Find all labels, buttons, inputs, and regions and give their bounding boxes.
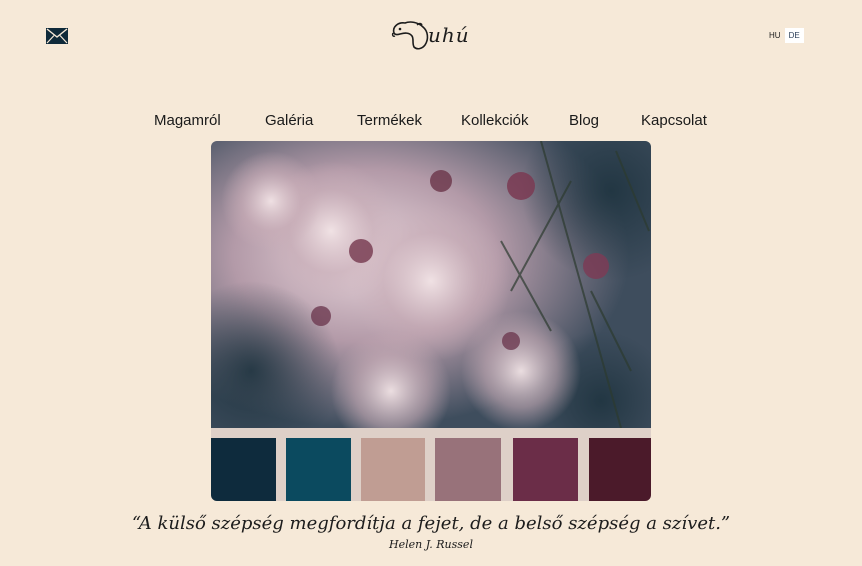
language-switcher: HU DE	[765, 28, 804, 43]
palette-swatch-4	[435, 438, 501, 501]
nav-item-galeria[interactable]: Galéria	[265, 112, 313, 129]
color-palette	[211, 438, 651, 501]
lang-de[interactable]: DE	[784, 28, 804, 43]
nav-item-magamrol[interactable]: Magamról	[154, 112, 221, 129]
quote-author: Helen J. Russel	[389, 538, 473, 551]
logo-text: uhú	[428, 23, 470, 47]
palette-swatch-6	[589, 438, 651, 501]
palette-swatch-1	[211, 438, 276, 501]
palette-swatch-5	[513, 438, 578, 501]
hero-photo	[211, 141, 651, 428]
hero-card	[211, 141, 651, 501]
nav-item-termekek[interactable]: Termékek	[357, 112, 422, 129]
mail-button[interactable]	[46, 28, 68, 44]
palette-swatch-3	[361, 438, 425, 501]
nav-item-blog[interactable]: Blog	[569, 112, 599, 129]
nav-item-kapcsolat[interactable]: Kapcsolat	[641, 112, 707, 129]
quote-text: “A külső szépség megfordítja a fejet, de…	[131, 513, 731, 534]
envelope-icon	[46, 28, 68, 44]
lang-hu[interactable]: HU	[765, 28, 785, 43]
bear-head-icon	[391, 21, 429, 50]
palette-swatch-2	[286, 438, 351, 501]
nav-item-kollekciok[interactable]: Kollekciók	[461, 112, 529, 129]
site-logo[interactable]: uhú	[390, 19, 470, 51]
